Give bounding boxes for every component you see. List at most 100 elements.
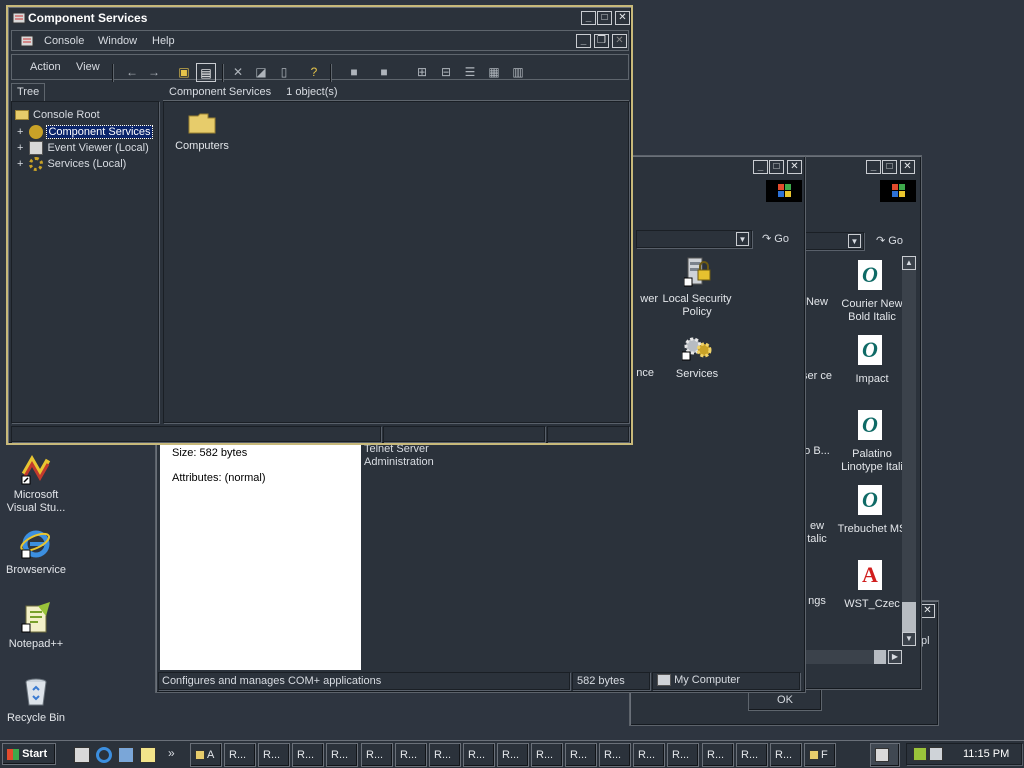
taskbar-task-button[interactable]: R... (702, 743, 734, 767)
expand-icon[interactable]: + (17, 126, 23, 138)
new-window-icon[interactable]: ■ (344, 63, 364, 82)
address-dropdown[interactable]: ▼ (636, 230, 752, 248)
detail-view-icon[interactable]: ▦ (484, 63, 504, 82)
search-icon[interactable] (140, 747, 156, 763)
taskbar-task-button[interactable]: R... (565, 743, 597, 767)
fonts-list: New ser ce o B... ew talic ngs O Courier… (796, 256, 906, 666)
desktop-icon-recycle-bin[interactable]: Recycle Bin (4, 676, 68, 726)
scroll-thumb[interactable] (902, 602, 916, 632)
taskbar-task-button[interactable]: F (804, 743, 836, 767)
back-arrow-icon[interactable]: ← (122, 63, 142, 82)
network-icon[interactable] (913, 747, 927, 761)
font-label: Courier New Bold Italic (841, 298, 903, 323)
taskbar-task-active-button[interactable] (870, 743, 900, 767)
internet-explorer-icon[interactable] (96, 747, 112, 763)
expand-icon[interactable]: + (17, 158, 23, 170)
list-item-computers[interactable]: Computers (170, 110, 234, 160)
desktop-icon-visual-studio[interactable]: Microsoft Visual Stu... (4, 454, 68, 518)
monitor-icon[interactable] (929, 747, 943, 761)
dialog-close-button[interactable]: ✕ (920, 604, 935, 618)
taskbar-task-button[interactable]: R... (736, 743, 768, 767)
maximize-button[interactable]: □ (882, 160, 897, 174)
desktop-icon-browservice[interactable]: Browservice (4, 528, 68, 578)
taskbar-task-button[interactable]: R... (463, 743, 495, 767)
maximize-button[interactable]: □ (769, 160, 784, 174)
outlook-icon[interactable] (118, 747, 134, 763)
desktop-icon-notepad[interactable]: Notepad++ (4, 602, 68, 652)
properties-icon[interactable]: ◪ (251, 63, 271, 82)
admin-tool-item[interactable]: nce (634, 332, 658, 392)
tree-node-event-viewer[interactable]: + Event Viewer (Local) (17, 141, 149, 155)
vertical-scrollbar[interactable]: ▲ ▼ (902, 256, 916, 646)
taskbar-task-button[interactable]: R... (326, 743, 358, 767)
export-icon[interactable]: ▯ (274, 63, 294, 82)
menu-help[interactable]: Help (152, 35, 175, 47)
small-icons-icon[interactable]: ⊟ (436, 63, 456, 82)
taskbar-task-button[interactable]: R... (258, 743, 290, 767)
font-item[interactable]: O Trebuchet MS (832, 485, 912, 549)
taskbar-task-button[interactable]: R... (429, 743, 461, 767)
mdi-restore-button[interactable]: ❐ (594, 34, 609, 48)
close-button[interactable]: ✕ (900, 160, 915, 174)
tree-node-console-root[interactable]: Console Root (15, 109, 100, 121)
taskbar-task-button[interactable]: R... (497, 743, 529, 767)
quick-launch-chevron[interactable]: » (168, 746, 175, 760)
go-button[interactable]: ↷ Go (876, 234, 903, 247)
list-pane: Computers (163, 101, 629, 423)
mdi-minimize-button[interactable]: _ (576, 34, 591, 48)
desktop-icon-label: Microsoft Visual Stu... (6, 489, 66, 514)
title-bar[interactable]: Component Services _ □ ✕ (8, 7, 631, 29)
minimize-button[interactable]: _ (581, 11, 596, 25)
menu-console[interactable]: Console (44, 35, 84, 47)
menu-window[interactable]: Window (98, 35, 137, 47)
up-folder-icon[interactable]: ▣ (174, 63, 194, 82)
admin-tool-item[interactable]: Services (660, 332, 734, 392)
font-item[interactable]: O Courier New Bold Italic (832, 260, 912, 324)
taskbar-task-button[interactable]: R... (667, 743, 699, 767)
taskbar-task-button[interactable]: R... (599, 743, 631, 767)
expand-icon[interactable]: + (17, 142, 23, 154)
taskbar-task-button[interactable]: R... (224, 743, 256, 767)
close-button[interactable]: ✕ (615, 11, 630, 25)
go-button[interactable]: ↷ Go (762, 232, 789, 245)
tree-node-services[interactable]: + Services (Local) (17, 157, 126, 171)
menu-view[interactable]: View (76, 61, 100, 73)
partial-label: New (805, 296, 828, 308)
admin-tool-item[interactable]: Local Security Policy (660, 256, 734, 320)
clock[interactable]: 11:15 PM (963, 748, 1009, 760)
scroll-thumb[interactable] (874, 650, 886, 664)
large-icons-icon[interactable]: ⊞ (412, 63, 432, 82)
minimize-button[interactable]: _ (753, 160, 768, 174)
taskbar-task-button[interactable]: R... (361, 743, 393, 767)
task-label: R... (263, 749, 281, 761)
delete-icon[interactable]: ✕ (228, 63, 248, 82)
font-item[interactable]: O Palatino Linotype Itali (832, 410, 912, 474)
stop-icon[interactable]: ■ (374, 63, 394, 82)
mdi-close-button[interactable]: ✕ (612, 34, 627, 48)
forward-arrow-icon[interactable]: → (144, 63, 164, 82)
list-view-icon[interactable]: ☰ (460, 63, 480, 82)
show-tree-icon[interactable]: ▤ (196, 63, 216, 82)
show-desktop-icon[interactable] (74, 747, 90, 763)
menu-action[interactable]: Action (30, 61, 61, 73)
font-item[interactable]: A WST_Czec (832, 560, 912, 624)
taskbar-task-button[interactable]: A (190, 743, 222, 767)
tree-tab[interactable]: Tree (11, 83, 45, 101)
scroll-right-icon[interactable]: ▶ (888, 650, 902, 664)
start-button[interactable]: Start (2, 743, 56, 765)
taskbar-task-button[interactable]: R... (531, 743, 563, 767)
refresh-view-icon[interactable]: ▥ (508, 63, 528, 82)
horizontal-scrollbar[interactable]: ▶ (796, 650, 902, 664)
taskbar-task-button[interactable]: R... (770, 743, 802, 767)
taskbar-task-button[interactable]: R... (395, 743, 427, 767)
taskbar-task-button[interactable]: R... (292, 743, 324, 767)
scroll-up-icon[interactable]: ▲ (902, 256, 916, 270)
close-button[interactable]: ✕ (787, 160, 802, 174)
maximize-button[interactable]: □ (597, 11, 612, 25)
minimize-button[interactable]: _ (866, 160, 881, 174)
font-item[interactable]: O Impact (832, 335, 912, 399)
tree-node-component-services[interactable]: + Component Services (17, 124, 153, 139)
scroll-down-icon[interactable]: ▼ (902, 632, 916, 646)
taskbar-task-button[interactable]: R... (633, 743, 665, 767)
help-icon[interactable]: ? (304, 63, 324, 82)
